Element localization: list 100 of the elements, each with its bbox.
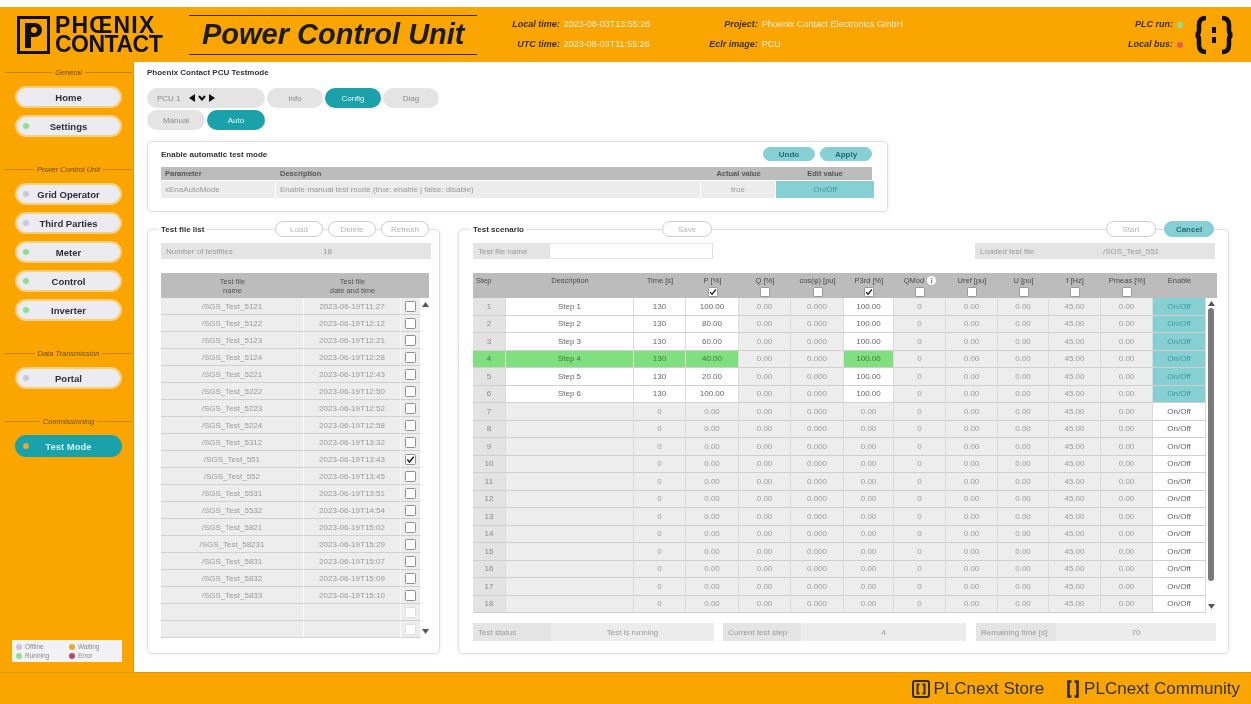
app-title: Power Control Unit — [189, 14, 478, 55]
checkbox[interactable] — [812, 287, 823, 297]
table-cell: 0.00 — [946, 578, 998, 596]
table-cell: 2023-06-19T15:10 — [304, 587, 401, 604]
table-cell: 0.00 — [946, 333, 998, 351]
toggle-button[interactable]: On/Off — [1153, 508, 1206, 526]
table-cell: 0.00 — [739, 438, 791, 456]
checkbox[interactable] — [707, 287, 718, 297]
status-label: PLC run: — [1135, 19, 1173, 30]
checkbox[interactable] — [1018, 287, 1029, 297]
checkbox[interactable] — [405, 436, 416, 448]
checkbox[interactable] — [1122, 287, 1132, 297]
checkbox[interactable] — [967, 287, 977, 297]
checkbox[interactable] — [405, 572, 416, 584]
table-cell: 2023-06-19T12:52 — [304, 400, 401, 417]
table-cell: 1 — [473, 298, 506, 316]
table-cell: 0.00 — [844, 543, 894, 561]
checkbox[interactable] — [405, 419, 416, 431]
table-cell: 2023-06-19T14:54 — [304, 502, 401, 519]
checkbox[interactable] — [405, 351, 416, 363]
table-cell: 45.00 — [1049, 508, 1101, 526]
table-cell: 2023-06-19T12:21 — [304, 332, 401, 349]
nav-button[interactable]: Grid Operator — [15, 183, 122, 205]
table-cell: 0.00 — [844, 508, 894, 526]
toggle-button[interactable]: On/Off — [1153, 473, 1206, 491]
nav-button[interactable]: Settings — [15, 115, 122, 137]
table-cell: 0.00 — [998, 403, 1049, 421]
nav-button[interactable]: Home — [15, 86, 122, 108]
checkbox[interactable] — [405, 487, 416, 499]
checkbox[interactable] — [405, 385, 416, 397]
table-cell: 0.00 — [739, 543, 791, 561]
table-cell: 2023-06-19T12:28 — [304, 349, 401, 366]
footer-link[interactable]: PLCnext Store — [911, 678, 1045, 699]
checkbox[interactable] — [405, 521, 416, 533]
table-cell: 0.00 — [844, 403, 894, 421]
table-cell: /SGS_Test_5122 — [161, 315, 304, 332]
table-cell: 0.00 — [946, 543, 998, 561]
chevron-down-icon[interactable] — [197, 95, 206, 101]
logo-icon — [17, 15, 50, 54]
table-cell: /SGS_Test_5532 — [161, 502, 304, 519]
table-cell: 130 — [634, 333, 686, 351]
table-cell: 0.00 — [1101, 298, 1153, 316]
checkbox[interactable] — [864, 287, 874, 297]
table-cell: 45.00 — [1049, 368, 1101, 386]
checkbox[interactable] — [405, 453, 416, 465]
nav-button[interactable]: Inverter — [15, 299, 122, 321]
footer-link[interactable]: PLCnext Community — [1066, 678, 1240, 699]
toggle-button[interactable]: On/Off — [1153, 438, 1206, 456]
left-arrow-icon[interactable] — [188, 94, 195, 102]
action-button[interactable]: Apply — [820, 147, 872, 161]
toggle-button[interactable]: On/Off — [1153, 578, 1206, 596]
field-value: 2023-08-03T13:55:26 — [563, 19, 651, 30]
scroll-up-icon[interactable] — [421, 302, 429, 307]
table-cell: 45.00 — [1049, 298, 1101, 316]
table-cell: /SGS_Test_5222 — [161, 383, 304, 400]
field-label: Test status — [473, 623, 551, 641]
table-cell: /SGS_Test_5221 — [161, 366, 304, 383]
nav-button[interactable]: Control — [15, 270, 122, 292]
scroll-thumb[interactable] — [1208, 308, 1214, 581]
table-cell: 0.000 — [791, 508, 844, 526]
scroll-down-icon[interactable] — [421, 629, 429, 634]
checkbox[interactable] — [405, 317, 416, 329]
table-cell: /SGS_Test_5124 — [161, 349, 304, 366]
toggle-button[interactable]: On/Off — [1153, 403, 1206, 421]
checkbox[interactable] — [405, 589, 416, 601]
table-cell: 0.00 — [998, 368, 1049, 386]
table-cell: 2023-06-19T15:07 — [304, 553, 401, 570]
action-button[interactable]: Cancel — [1164, 221, 1214, 237]
device-name: PCU 1 — [157, 93, 181, 103]
table-cell: 2023-06-19T12:50 — [304, 383, 401, 400]
info-icon[interactable] — [927, 276, 937, 285]
checkbox[interactable] — [405, 504, 416, 516]
field-label: Number of testfiles — [161, 243, 304, 259]
checkbox[interactable] — [405, 402, 416, 414]
table-cell: 0.00 — [844, 438, 894, 456]
table-cell: 0.00 — [1101, 543, 1153, 561]
nav-button[interactable]: Portal — [15, 367, 122, 389]
scroll-down-icon[interactable] — [1207, 604, 1215, 609]
checkbox[interactable] — [1070, 287, 1080, 297]
right-arrow-icon[interactable] — [208, 94, 215, 102]
checkbox[interactable] — [405, 538, 416, 550]
checkbox[interactable] — [405, 334, 416, 346]
checkbox[interactable] — [405, 555, 416, 567]
table-cell: 45.00 — [1049, 578, 1101, 596]
checkbox[interactable] — [760, 287, 770, 297]
toggle-button[interactable]: On/Off — [1153, 543, 1206, 561]
checkbox[interactable] — [405, 300, 416, 312]
panel-title: Test file list — [158, 224, 208, 234]
checkbox[interactable] — [405, 470, 416, 482]
table-cell: 2023-06-19T13:45 — [304, 468, 401, 485]
action-button[interactable]: Undo — [763, 147, 815, 161]
checkbox[interactable] — [915, 287, 925, 297]
field-value: 70 — [1056, 623, 1216, 641]
input-field[interactable] — [549, 243, 713, 259]
field-label: UTC time: — [517, 39, 560, 50]
nav-button[interactable]: Meter — [15, 241, 122, 263]
nav-button[interactable]: Third Parties — [15, 212, 122, 234]
checkbox[interactable] — [405, 368, 416, 380]
scroll-up-icon[interactable] — [1207, 301, 1215, 306]
table-cell: 9 — [473, 438, 506, 456]
